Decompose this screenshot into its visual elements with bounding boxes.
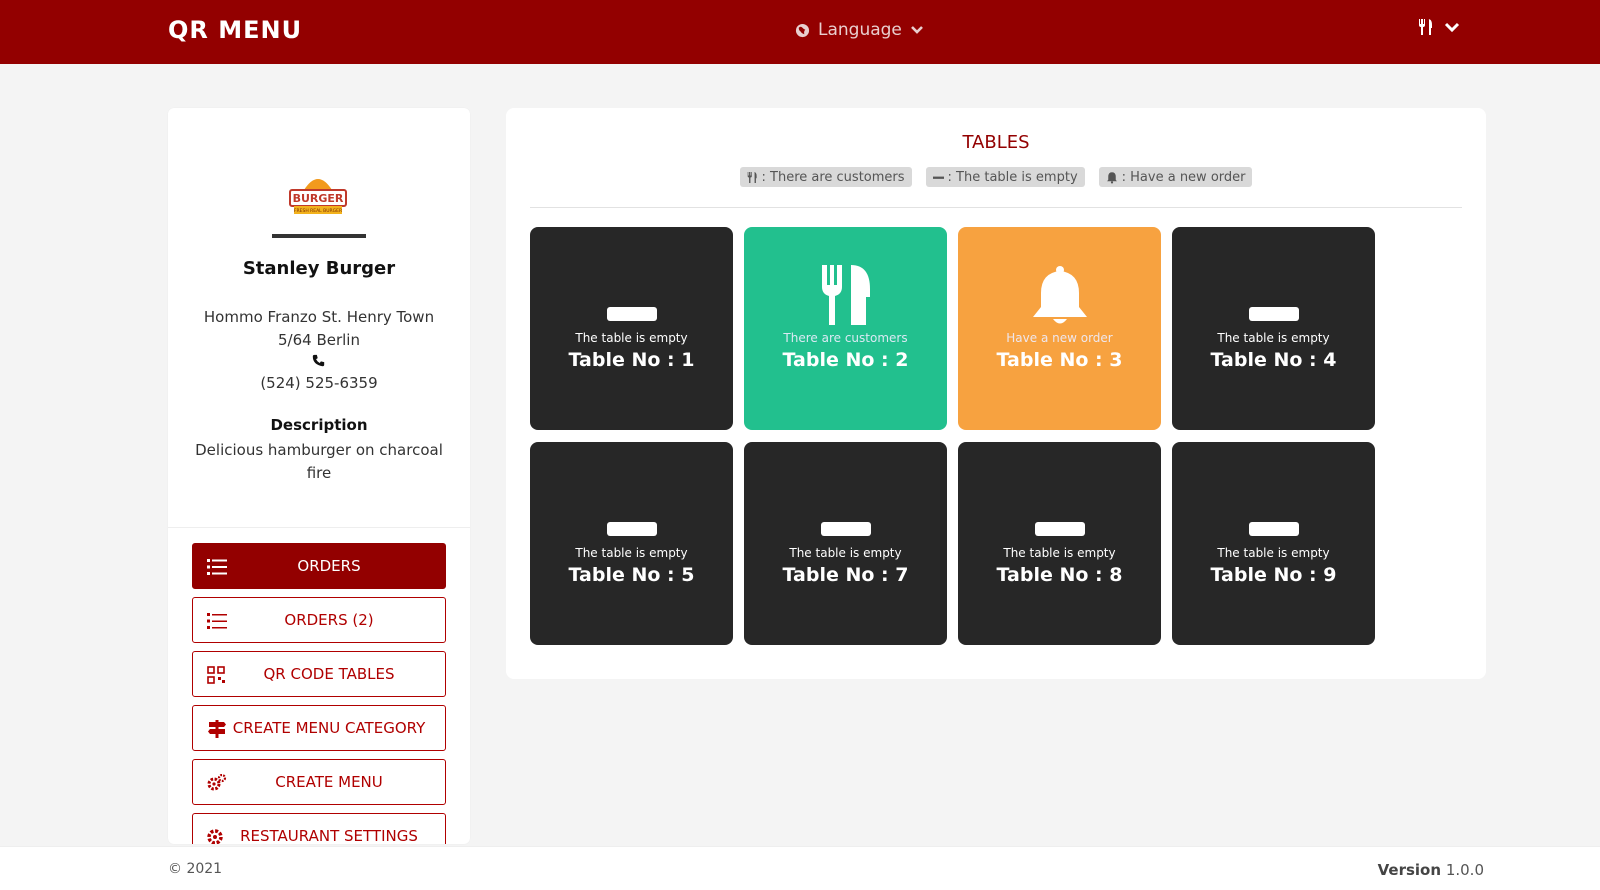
chevron-down-icon (910, 26, 923, 34)
legend-customers-label: : There are customers (761, 169, 905, 185)
create-menu-button[interactable]: CREATE MENU (192, 759, 446, 805)
table-number: Table No : 8 (996, 564, 1123, 586)
qr-code-tables-button[interactable]: QR CODE TABLES (192, 651, 446, 697)
table-status: There are customers (783, 331, 908, 345)
table-tile-7[interactable]: The table is empty Table No : 7 (744, 442, 947, 645)
orders-label: ORDERS (297, 557, 361, 575)
list-icon (207, 559, 227, 575)
legend-empty: : The table is empty (925, 167, 1085, 187)
bell-icon (1106, 171, 1117, 183)
description-text: Delicious hamburger on charcoal fire (195, 441, 443, 482)
table-number: Table No : 5 (568, 564, 695, 586)
divider (168, 527, 470, 528)
phone-icon (312, 354, 325, 367)
legend-order-label: : Have a new order (1121, 169, 1246, 185)
utensils-icon (747, 171, 757, 183)
copyright: © 2021 (168, 861, 223, 877)
table-status: The table is empty (1217, 546, 1330, 560)
restaurant-address: Hommo Franzo St. Henry Town 5/64 Berlin (203, 308, 435, 349)
restaurant-phone: (524) 525-6359 (260, 374, 378, 392)
table-number: Table No : 4 (1210, 349, 1337, 371)
globe-icon (795, 23, 810, 37)
table-number: Table No : 3 (996, 349, 1123, 371)
top-navbar: QR MENU Language (0, 0, 1600, 64)
minus-icon (530, 442, 733, 542)
table-tile-5[interactable]: The table is empty Table No : 5 (530, 442, 733, 645)
restaurant-settings-button[interactable]: RESTAURANT SETTINGS (192, 813, 446, 844)
table-status: Have a new order (1006, 331, 1113, 345)
table-tile-8[interactable]: The table is empty Table No : 8 (958, 442, 1161, 645)
table-number: Table No : 1 (568, 349, 695, 371)
orders-button[interactable]: ORDERS (192, 543, 446, 589)
create-menu-category-label: CREATE MENU CATEGORY (232, 719, 426, 737)
burger-logo: BURGER FRESH REAL BURGER (272, 179, 366, 238)
minus-icon (530, 227, 733, 327)
cogs-icon (207, 774, 227, 791)
utensils-icon (744, 227, 947, 327)
version-label: Version (1377, 861, 1442, 879)
version-info: Version 1.0.0 (1378, 861, 1484, 879)
restaurant-name: Stanley Burger (242, 258, 396, 279)
divider (530, 207, 1462, 208)
table-status: The table is empty (575, 331, 688, 345)
legend-customers: : There are customers (739, 167, 912, 187)
create-menu-label: CREATE MENU (275, 773, 383, 791)
table-status: The table is empty (1217, 331, 1330, 345)
brand-logo-text[interactable]: QR MENU (168, 16, 302, 44)
tables-panel: TABLES : There are customers : The table… (506, 108, 1486, 679)
numbered-list-icon (207, 613, 227, 629)
orders-count-button[interactable]: ORDERS (2) (192, 597, 446, 643)
table-tile-9[interactable]: The table is empty Table No : 9 (1172, 442, 1375, 645)
user-menu-dropdown[interactable] (1418, 18, 1460, 36)
utensils-icon (1419, 19, 1432, 35)
minus-icon (1172, 442, 1375, 542)
qr-code-icon (207, 666, 225, 684)
legend-order: : Have a new order (1098, 167, 1253, 187)
language-label: Language (818, 20, 902, 40)
signpost-icon (208, 720, 226, 738)
chevron-down-icon (1444, 22, 1460, 32)
create-menu-category-button[interactable]: CREATE MENU CATEGORY (192, 705, 446, 751)
gear-icon (207, 829, 223, 844)
footer: © 2021 Version 1.0.0 (0, 846, 1600, 890)
minus-icon (744, 442, 947, 542)
table-number: Table No : 9 (1210, 564, 1337, 586)
table-tile-2[interactable]: There are customers Table No : 2 (744, 227, 947, 430)
table-tile-1[interactable]: The table is empty Table No : 1 (530, 227, 733, 430)
minus-icon (1172, 227, 1375, 327)
table-number: Table No : 2 (782, 349, 909, 371)
description-title: Description (270, 416, 368, 434)
restaurant-settings-label: RESTAURANT SETTINGS (240, 827, 418, 844)
tables-legend: : There are customers : The table is emp… (506, 167, 1486, 187)
minus-icon (958, 442, 1161, 542)
restaurant-sidebar: BURGER FRESH REAL BURGER Stanley Burger … (168, 108, 470, 844)
bell-icon (958, 227, 1161, 327)
table-tile-3[interactable]: Have a new order Table No : 3 (958, 227, 1161, 430)
table-number: Table No : 7 (782, 564, 909, 586)
table-status: The table is empty (1003, 546, 1116, 560)
orders-count-label: ORDERS (2) (284, 611, 374, 629)
table-tile-4[interactable]: The table is empty Table No : 4 (1172, 227, 1375, 430)
legend-empty-label: : The table is empty (947, 169, 1078, 185)
svg-text:FRESH REAL BURGER: FRESH REAL BURGER (294, 208, 342, 214)
table-status: The table is empty (789, 546, 902, 560)
table-status: The table is empty (575, 546, 688, 560)
tables-title: TABLES (962, 132, 1030, 153)
qr-code-tables-label: QR CODE TABLES (263, 665, 395, 683)
svg-text:BURGER: BURGER (293, 192, 344, 205)
language-dropdown[interactable]: Language (795, 20, 924, 40)
version-value: 1.0.0 (1445, 861, 1484, 879)
minus-icon (932, 176, 944, 179)
